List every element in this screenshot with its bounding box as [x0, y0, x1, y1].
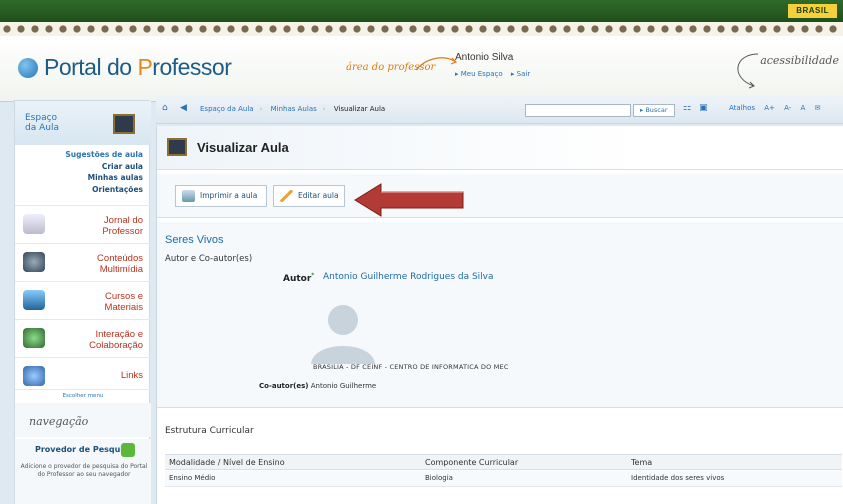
sidebar-item-jornal[interactable]: Jornal do Professor	[15, 205, 151, 243]
books-icon	[23, 290, 45, 310]
user-links: ▸ Meu Espaço ▸ Sair	[455, 70, 536, 78]
estrutura-heading: Estrutura Curricular	[165, 426, 254, 436]
sidebar-item-conteudos[interactable]: Conteúdos Multimídia	[15, 243, 151, 281]
sidebar-espaco-da-aula[interactable]: Espaço da Aula	[15, 101, 151, 145]
criar-aula-link[interactable]: Criar aula	[65, 161, 143, 173]
main-content: ⌂ ◀ Espaço da Aula › Minhas Aulas › Visual…	[156, 96, 843, 504]
provedor-title[interactable]: Provedor de Pesquisa	[35, 445, 133, 454]
sidebar-item-cursos[interactable]: Cursos e Materiais	[15, 281, 151, 319]
minhas-aulas-link[interactable]: Minhas aulas	[65, 172, 143, 184]
print-page-icon[interactable]: ▣	[699, 103, 708, 113]
lesson-summary: Seres Vivos Autor e Co-autor(es) Autor* …	[157, 222, 843, 408]
globe-icon	[23, 366, 45, 386]
table-row: Ensino Médio Biologia Identidade dos ser…	[165, 471, 842, 487]
provedor-description: Adicione o provedor de pesquisa do Porta…	[20, 463, 148, 478]
actions-bar: Imprimir a aula Editar aula	[157, 174, 843, 218]
title-row: Visualizar Aula	[157, 126, 843, 170]
atalhos-link[interactable]: Atalhos	[729, 104, 755, 112]
printer-icon	[182, 190, 195, 202]
sugestoes-de-aula-link[interactable]: Sugestões de aula	[65, 149, 143, 161]
navegacao-section: navegação	[15, 403, 151, 437]
breadcrumb-toolbar: ⌂ ◀ Espaço da Aula › Minhas Aulas › Visual…	[156, 96, 843, 124]
curved-arrow-icon	[415, 57, 458, 71]
escolher-menu-link[interactable]: Escolher menu	[15, 389, 151, 399]
lesson-heading: Seres Vivos	[165, 234, 224, 246]
espaco-label-2: da Aula	[25, 123, 59, 133]
user-name: Antonio Silva	[455, 52, 514, 63]
breadcrumb: Espaço da Aula › Minhas Aulas › Visualizar…	[200, 105, 386, 113]
column-header: Tema	[631, 458, 653, 467]
highlight-arrow	[354, 183, 464, 217]
portal-logo-icon[interactable]	[18, 58, 38, 78]
autor-label: Autor*	[283, 272, 315, 284]
government-bar: BRASIL	[0, 0, 843, 22]
multimedia-icon	[23, 252, 45, 272]
buscar-button[interactable]: ▸ Buscar	[633, 104, 675, 117]
font-decrease-button[interactable]: A-	[784, 104, 791, 112]
page-title: Visualizar Aula	[197, 140, 289, 155]
table-cell: Ensino Médio	[169, 474, 216, 482]
sair-link[interactable]: ▸ Sair	[511, 70, 530, 78]
mail-icon[interactable]: ✉	[815, 104, 821, 112]
print-lesson-button[interactable]: Imprimir a aula	[175, 185, 267, 207]
accessibility-arc-icon	[737, 53, 759, 89]
collaboration-icon	[23, 328, 45, 348]
meu-espaco-link[interactable]: ▸ Meu Espaço	[455, 70, 503, 78]
curriculum-table-header: Modalidade / Nível de Ensino Componente …	[165, 454, 842, 470]
espaco-sub-links: Sugestões de aula Criar aula Minhas aula…	[65, 149, 143, 195]
breadcrumb-minhas-aulas[interactable]: Minhas Aulas	[271, 105, 317, 113]
site-header: Portal do Professor área do professor An…	[0, 36, 843, 102]
espaco-label-1: Espaço	[25, 113, 58, 123]
search-icon[interactable]	[121, 443, 135, 457]
font-increase-button[interactable]: A+	[764, 104, 775, 112]
table-cell: Biologia	[425, 474, 453, 482]
lesson-card: Visualizar Aula Imprimir a aula Editar a…	[156, 126, 843, 504]
table-cell: Identidade dos seres vivos	[631, 474, 725, 482]
provedor-de-pesquisa[interactable]: Provedor de Pesquisa Adicione o provedor…	[15, 439, 151, 504]
sidebar: Espaço da Aula Sugestões de aula Criar au…	[14, 100, 151, 504]
estrutura-curricular: Estrutura Curricular Modalidade / Nível …	[157, 414, 843, 504]
blackboard-icon	[167, 138, 187, 156]
column-header: Modalidade / Nível de Ensino	[169, 458, 285, 467]
column-header: Componente Curricular	[425, 458, 519, 467]
sidebar-item-links[interactable]: Links	[15, 357, 151, 389]
avatar	[311, 305, 375, 364]
search-input[interactable]	[525, 104, 631, 117]
acessibilidade-link[interactable]: acessibilidade	[760, 54, 839, 67]
portal-logo-text[interactable]: Portal do Professor	[44, 54, 232, 81]
blackboard-icon	[113, 114, 135, 134]
brasil-badge[interactable]: BRASIL	[788, 4, 837, 18]
back-arrow-icon[interactable]: ◀	[180, 103, 187, 113]
sitemap-icon[interactable]: ⚏	[683, 103, 691, 113]
decorative-dot-band	[0, 22, 843, 36]
coautor: Co-autor(es) Antonio Guilherme	[259, 382, 377, 390]
home-icon[interactable]: ⌂	[162, 103, 168, 113]
pencil-icon	[280, 190, 293, 202]
orientacoes-link[interactable]: Orientações	[65, 184, 143, 196]
navegacao-label: navegação	[29, 415, 89, 428]
breadcrumb-espaco-da-aula[interactable]: Espaço da Aula	[200, 105, 254, 113]
font-size-controls: Atalhos A+ A- A ✉	[729, 104, 827, 112]
institution: BRASILIA - DF CEINF - CENTRO DE INFORMAT…	[313, 363, 509, 371]
authors-label: Autor e Co-autor(es)	[165, 254, 253, 264]
breadcrumb-current: Visualizar Aula	[333, 105, 386, 113]
font-reset-button[interactable]: A	[801, 104, 806, 112]
edit-lesson-button[interactable]: Editar aula	[273, 185, 345, 207]
autor-name-link[interactable]: Antonio Guilherme Rodrigues da Silva	[323, 272, 494, 282]
sidebar-item-interacao[interactable]: Interação e Colaboração	[15, 319, 151, 357]
newspaper-icon	[23, 214, 45, 234]
